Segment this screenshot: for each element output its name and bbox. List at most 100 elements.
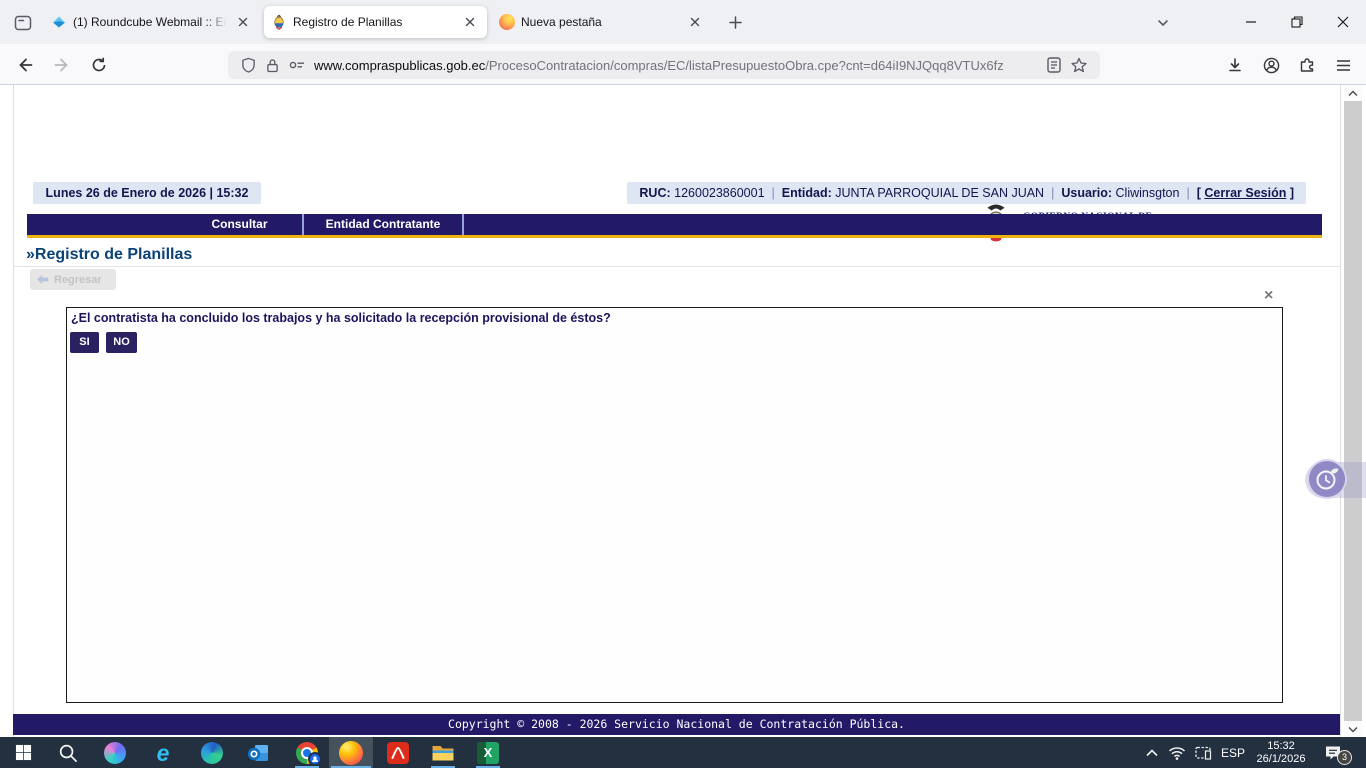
extensions-button[interactable] xyxy=(1292,50,1322,80)
forward-button[interactable] xyxy=(47,50,77,80)
restore-button[interactable] xyxy=(1274,0,1320,44)
taskbar-outlook-button[interactable] xyxy=(236,737,280,768)
excel-letter: X xyxy=(484,745,493,760)
lock-icon[interactable] xyxy=(266,58,279,73)
taskbar-edge-button[interactable] xyxy=(190,737,234,768)
firefox-view-button[interactable] xyxy=(10,10,36,36)
url-path: /ProcesoContratacion/compras/EC/listaPre… xyxy=(485,58,1003,73)
url-text: www.compraspublicas.gob.ec/ProcesoContra… xyxy=(314,58,1042,73)
taskbar-chrome-button[interactable] xyxy=(285,737,329,768)
downloads-button[interactable] xyxy=(1220,50,1250,80)
download-icon xyxy=(1227,57,1243,73)
close-icon xyxy=(1337,16,1349,28)
minimize-icon xyxy=(1245,16,1257,28)
shield-icon[interactable] xyxy=(241,57,256,73)
menu-separator xyxy=(462,214,464,235)
regresar-label: Regresar xyxy=(54,274,102,286)
restore-icon xyxy=(1291,16,1303,28)
page-scrollbar[interactable] xyxy=(1344,85,1362,737)
taskbar-explorer-button[interactable] xyxy=(421,737,465,768)
tray-display-button[interactable] xyxy=(1190,737,1216,768)
page-left-edge xyxy=(13,85,14,737)
reload-button[interactable] xyxy=(84,50,114,80)
back-button[interactable] xyxy=(10,50,40,80)
tab-close-icon[interactable] xyxy=(685,12,705,32)
roundcube-icon xyxy=(51,14,67,30)
user-value: Cliwinsgton xyxy=(1116,186,1180,200)
new-tab-button[interactable] xyxy=(722,9,748,35)
si-button[interactable]: SI xyxy=(70,332,99,353)
taskbar-firefox-button[interactable] xyxy=(329,737,373,768)
separator: | xyxy=(772,186,775,200)
taskbar-copilot-button[interactable] xyxy=(93,737,137,768)
scroll-up-button[interactable] xyxy=(1344,85,1362,101)
clock-leaf-icon xyxy=(1314,466,1340,492)
tab-roundcube[interactable]: (1) Roundcube Webmail :: Entra xyxy=(44,6,260,38)
logout-bracket: [ xyxy=(1197,186,1201,200)
bookmark-star-icon[interactable] xyxy=(1071,57,1087,73)
tab-close-icon[interactable] xyxy=(233,12,253,32)
dialog-close-button[interactable]: × xyxy=(1264,287,1273,305)
menu-button[interactable] xyxy=(1328,50,1358,80)
screen-time-widget[interactable] xyxy=(1307,459,1347,499)
hamburger-icon xyxy=(1336,59,1351,72)
start-button[interactable] xyxy=(1,737,45,768)
extensions-puzzle-icon xyxy=(1299,57,1315,73)
chevron-down-icon xyxy=(1156,16,1170,30)
menu-item-consultar[interactable]: Consultar xyxy=(177,214,302,235)
logout-link[interactable]: Cerrar Sesión xyxy=(1204,186,1286,200)
tray-language[interactable]: ESP xyxy=(1216,737,1250,768)
permissions-icon[interactable] xyxy=(289,58,305,72)
tray-expand-button[interactable] xyxy=(1140,737,1164,768)
notification-badge: 3 xyxy=(1337,750,1352,765)
reader-mode-icon[interactable] xyxy=(1047,57,1061,73)
browser-toolbar: www.compraspublicas.gob.ec/ProcesoContra… xyxy=(0,44,1366,85)
main-menu: Consultar Entidad Contratante xyxy=(27,214,1322,235)
acrobat-icon xyxy=(387,742,409,764)
account-button[interactable] xyxy=(1256,50,1286,80)
plus-icon xyxy=(729,16,742,29)
entity-label: Entidad: xyxy=(782,186,832,200)
taskbar-acrobat-button[interactable] xyxy=(376,737,420,768)
chevron-up-icon xyxy=(1146,749,1158,757)
session-bar: RUC: 1260023860001|Entidad: JUNTA PARROQ… xyxy=(627,182,1306,204)
tray-wifi-button[interactable] xyxy=(1164,737,1190,768)
tab-nueva-pestana[interactable]: Nueva pestaña xyxy=(492,6,712,38)
close-window-button[interactable] xyxy=(1320,0,1366,44)
tab-close-icon[interactable] xyxy=(460,12,480,32)
menu-spacer xyxy=(27,214,177,235)
back-arrow-icon xyxy=(36,274,49,285)
no-button[interactable]: NO xyxy=(106,332,137,353)
display-icon xyxy=(1195,746,1212,760)
internet-explorer-icon: e xyxy=(157,742,170,764)
dialog-panel: ¿El contratista ha concluido los trabajo… xyxy=(66,307,1283,703)
regresar-button[interactable]: Regresar xyxy=(30,269,116,290)
taskbar-excel-button[interactable]: X xyxy=(466,737,510,768)
taskbar-ie-button[interactable]: e xyxy=(141,737,185,768)
windows-logo-icon xyxy=(15,744,32,761)
ecuador-crest-icon xyxy=(271,14,287,30)
back-arrow-icon xyxy=(16,56,34,74)
logout-bracket: ] xyxy=(1290,186,1294,200)
taskbar-search-button[interactable] xyxy=(46,737,90,768)
gold-underline xyxy=(27,235,1322,238)
datetime-bar: Lunes 26 de Enero de 2026 | 15:32 xyxy=(33,182,261,204)
minimize-button[interactable] xyxy=(1228,0,1274,44)
outlook-icon xyxy=(246,742,270,764)
scroll-down-button[interactable] xyxy=(1344,721,1362,737)
page-heading: »Registro de Planillas xyxy=(26,246,192,264)
chevron-down-icon xyxy=(1348,726,1358,733)
account-icon xyxy=(1263,57,1280,74)
tabs-list-button[interactable] xyxy=(1150,10,1176,36)
firefox-icon xyxy=(499,14,515,30)
wifi-icon xyxy=(1168,746,1186,760)
tray-clock[interactable]: 15:32 26/1/2026 xyxy=(1250,737,1312,768)
url-bar[interactable]: www.compraspublicas.gob.ec/ProcesoContra… xyxy=(228,51,1100,79)
heading-divider xyxy=(13,266,1340,267)
menu-item-entidad-contratante[interactable]: Entidad Contratante xyxy=(304,214,462,235)
tab-registro-planillas[interactable]: Registro de Planillas xyxy=(264,6,487,38)
screen: (1) Roundcube Webmail :: Entra Registro … xyxy=(0,0,1366,768)
excel-icon: X xyxy=(477,742,499,764)
user-label: Usuario: xyxy=(1061,186,1112,200)
firefox-icon xyxy=(339,741,363,765)
